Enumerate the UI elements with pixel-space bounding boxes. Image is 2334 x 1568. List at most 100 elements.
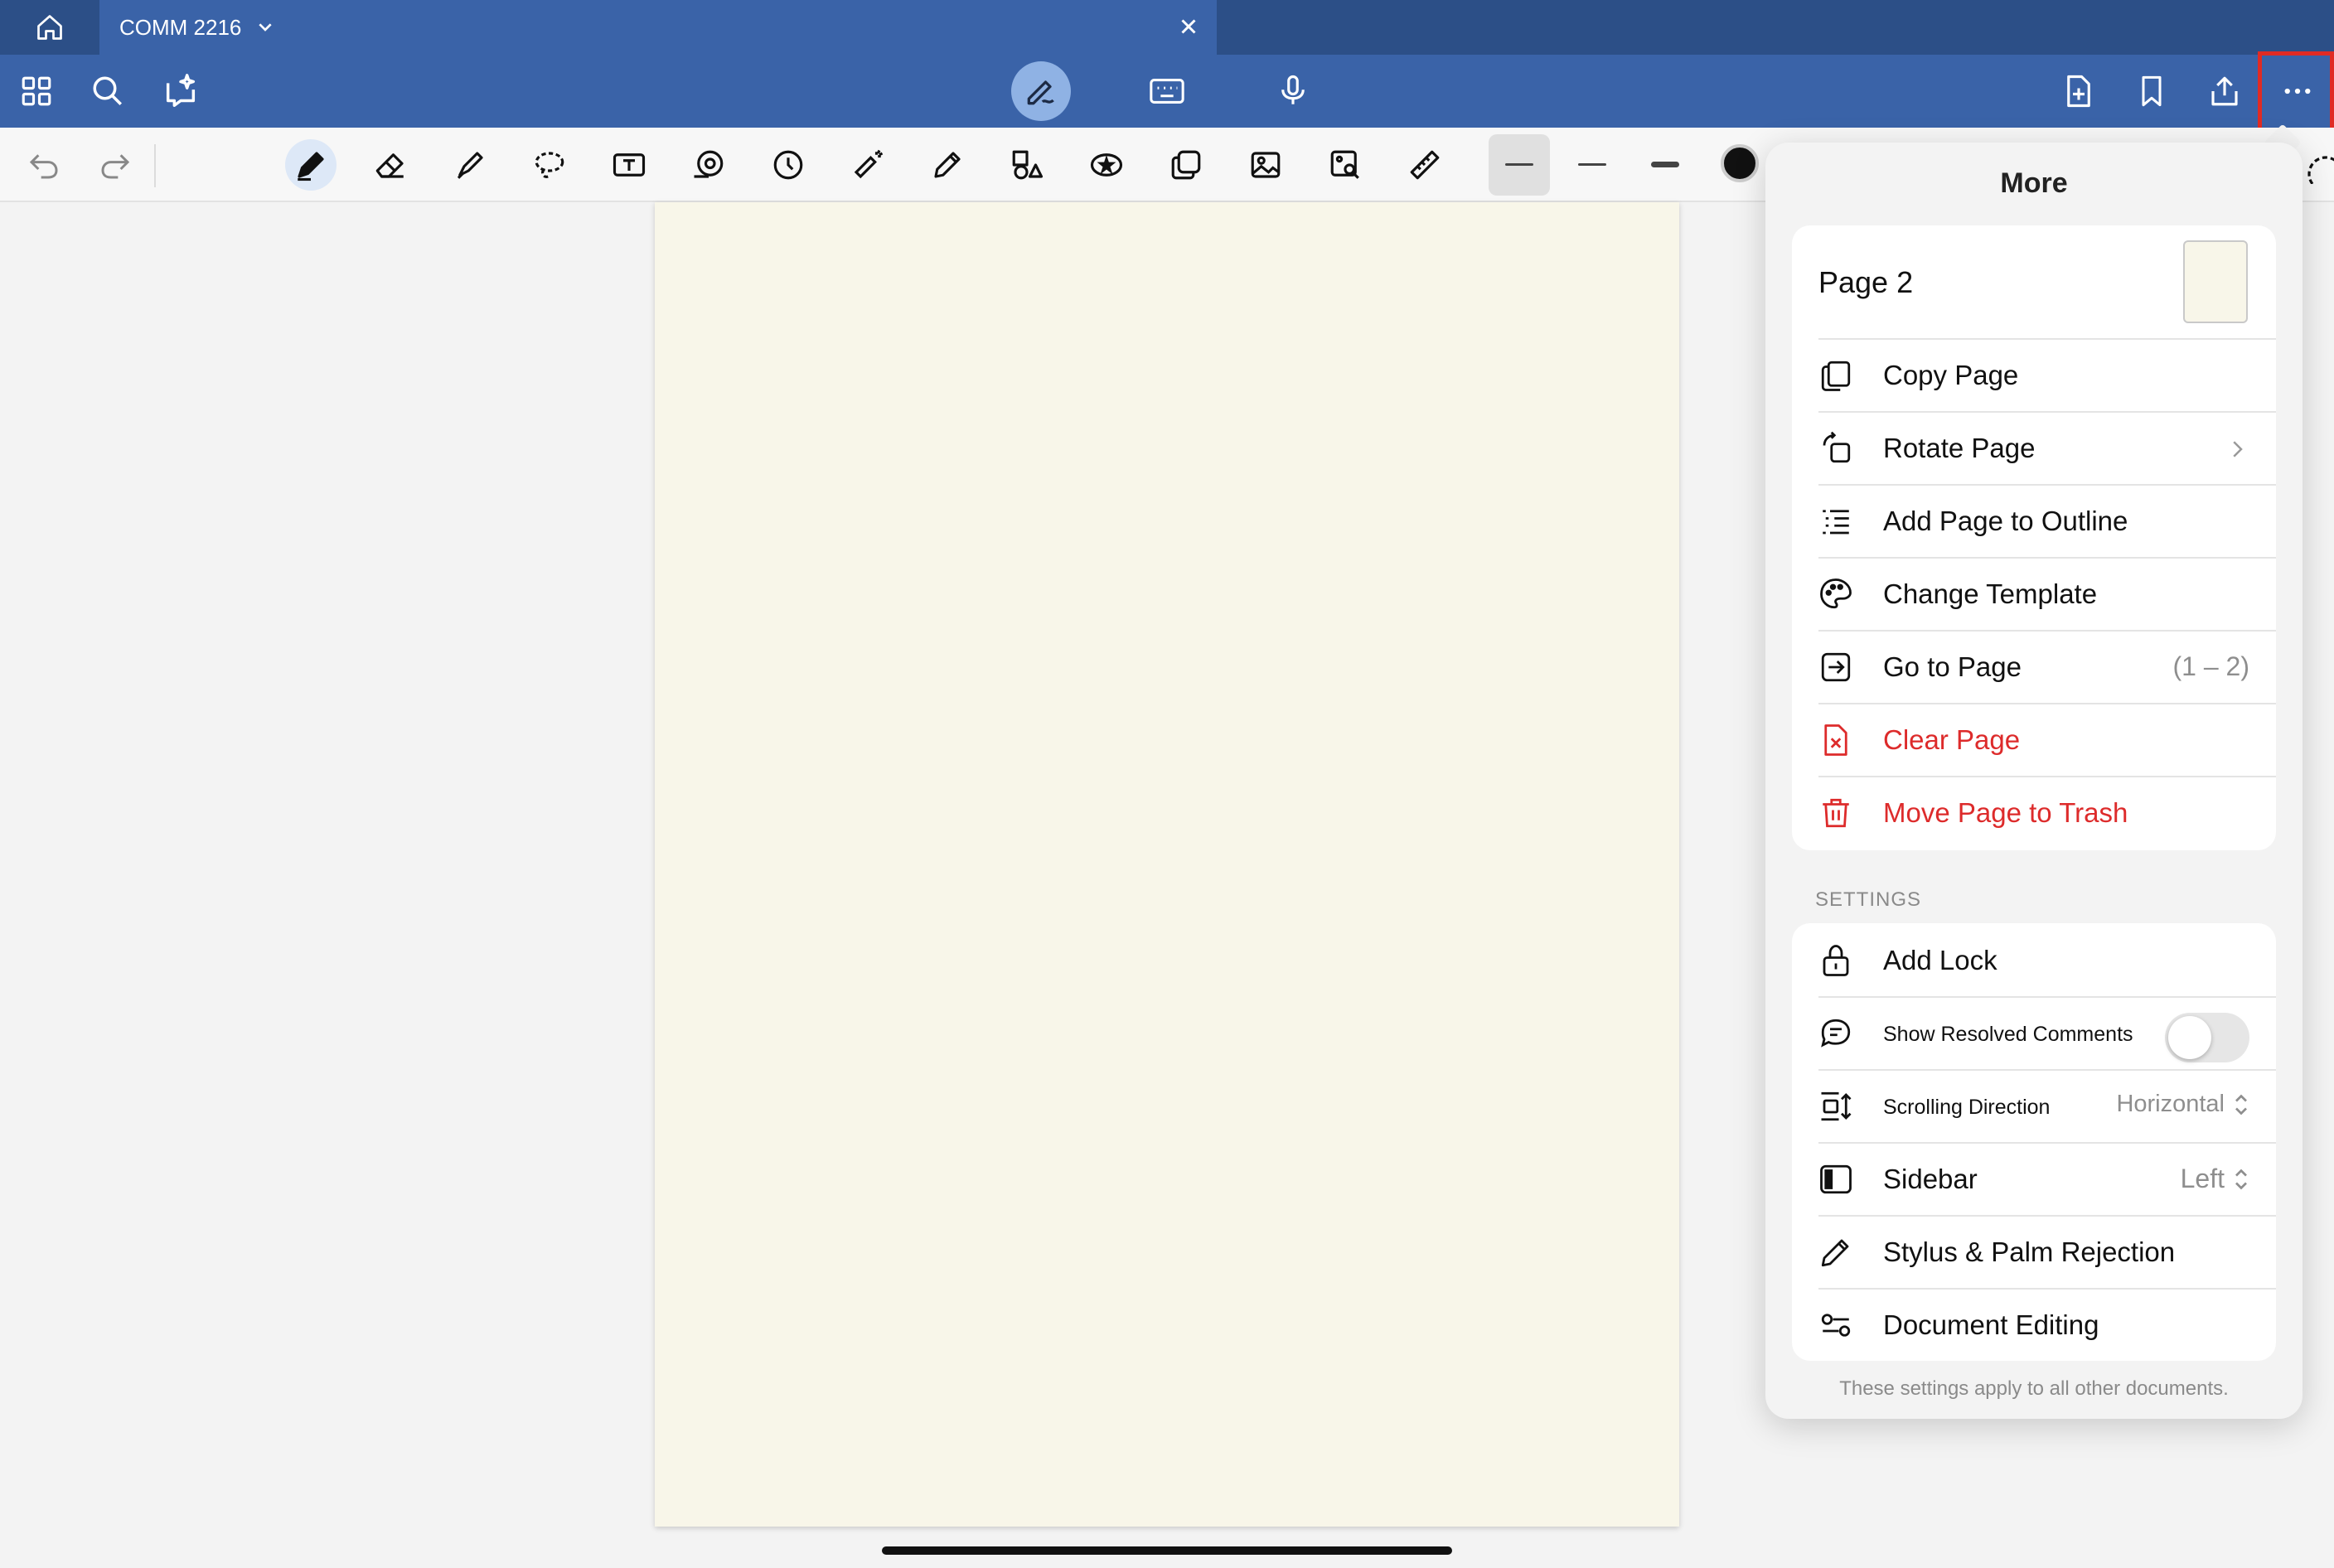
add-lock-item[interactable]: Add Lock: [1792, 923, 2276, 996]
rotate-icon: [1823, 431, 1851, 463]
copy-icon: [1821, 361, 1851, 391]
up-down-chevron-icon: [2235, 1169, 2247, 1189]
sidebar-icon: [1820, 1164, 1852, 1194]
undo-button[interactable]: [18, 139, 70, 191]
document-tab[interactable]: COMM 2216: [99, 0, 1217, 55]
keyboard-icon: [1150, 79, 1184, 104]
ruler-tool[interactable]: [1399, 139, 1450, 191]
chevron-right-icon: [2233, 441, 2243, 457]
share-button[interactable]: [2200, 66, 2249, 116]
text-tool[interactable]: [603, 139, 655, 191]
bookmark-button[interactable]: [2127, 66, 2177, 116]
color-swatch-black[interactable]: [1721, 144, 1759, 182]
add-lock-label: Add Lock: [1883, 945, 1997, 975]
shapes-tool[interactable]: [1001, 139, 1053, 191]
stylus-palm-rejection-label: Stylus & Palm Rejection: [1883, 1236, 2176, 1267]
eraser-icon: [375, 153, 404, 178]
tab-bar: COMM 2216: [0, 0, 2334, 55]
home-button[interactable]: [25, 7, 75, 48]
add-page-icon: [2067, 75, 2090, 108]
sidebar-value: Left: [2181, 1164, 2249, 1194]
page-range-hint: (1 – 2): [2172, 651, 2249, 681]
up-down-chevron-icon: [2235, 1094, 2247, 1115]
redo-button[interactable]: [90, 139, 141, 191]
elements-icon: [1171, 150, 1201, 180]
image-icon: [1251, 152, 1281, 178]
move-page-to-trash-item[interactable]: Move Page to Trash: [1792, 776, 2276, 849]
clear-page-label: Clear Page: [1883, 724, 2021, 755]
laser-pointer-tool[interactable]: [842, 139, 893, 191]
sparkle-chat-icon: [166, 74, 196, 107]
scrolling-direction-item[interactable]: Scrolling Direction Horizontal: [1792, 1069, 2276, 1142]
tape-tool[interactable]: [683, 139, 734, 191]
stylus-palm-rejection-item[interactable]: Stylus & Palm Rejection: [1792, 1215, 2276, 1288]
trash-icon: [1823, 798, 1849, 828]
image-search-tool[interactable]: [1320, 139, 1371, 191]
page-actions-card: Page 2 Copy Page Rotate Page Add Page to…: [1792, 225, 2276, 850]
search-icon: [93, 76, 122, 105]
show-resolved-comments-label: Show Resolved Comments: [1883, 1023, 2133, 1046]
timer-tool[interactable]: [763, 139, 814, 191]
elements-tool[interactable]: [1160, 139, 1212, 191]
go-to-page-item[interactable]: Go to Page (1 – 2): [1792, 630, 2276, 703]
palette-icon: [1820, 578, 1852, 609]
keyboard-mode-button[interactable]: [1142, 66, 1192, 116]
copy-page-label: Copy Page: [1883, 360, 2019, 390]
pen-mode-icon: [1027, 80, 1054, 105]
laser-pointer-icon: [854, 149, 884, 179]
add-page-button[interactable]: [2054, 66, 2104, 116]
lock-icon: [1823, 945, 1849, 976]
settings-section-title: SETTINGS: [1815, 888, 1922, 911]
handwriting-mode-button[interactable]: [1011, 61, 1071, 121]
highlighter-tool[interactable]: [444, 139, 496, 191]
close-icon[interactable]: [1174, 12, 1203, 41]
pencil-tool[interactable]: [922, 139, 973, 191]
document-editing-label: Document Editing: [1883, 1309, 2099, 1340]
document-editing-item[interactable]: Document Editing: [1792, 1288, 2276, 1361]
sliders-icon: [1821, 1314, 1851, 1337]
scrolling-direction-value: Horizontal: [2116, 1091, 2249, 1118]
go-to-page-icon: [1821, 652, 1851, 682]
show-resolved-comments-item: Show Resolved Comments: [1792, 996, 2276, 1069]
voice-recording-button[interactable]: [1268, 66, 1318, 116]
move-page-to-trash-label: Move Page to Trash: [1883, 797, 2128, 828]
ai-assist-button[interactable]: [156, 66, 206, 116]
home-indicator: [882, 1546, 1452, 1555]
sidebar-item[interactable]: Sidebar Left: [1792, 1142, 2276, 1215]
rotate-page-item[interactable]: Rotate Page: [1792, 411, 2276, 484]
pen-tool[interactable]: [285, 139, 337, 191]
clear-page-item[interactable]: Clear Page: [1792, 703, 2276, 776]
add-page-to-outline-label: Add Page to Outline: [1883, 506, 2128, 536]
stroke-width-thick-sample: [1651, 162, 1679, 167]
add-page-to-outline-item[interactable]: Add Page to Outline: [1792, 484, 2276, 557]
grid-icon: [22, 76, 51, 106]
current-page-header: Page 2: [1792, 225, 2276, 338]
more-popover: More Page 2 Copy Page Rotate Page Add Pa…: [1765, 143, 2303, 1419]
microphone-icon: [1281, 75, 1305, 104]
notebook-page[interactable]: [655, 202, 1679, 1527]
chevron-down-icon[interactable]: [252, 12, 278, 41]
change-template-item[interactable]: Change Template: [1792, 557, 2276, 630]
lasso-icon: [535, 152, 564, 178]
toolbar-divider: [154, 144, 156, 187]
settings-footer-note: These settings apply to all other docume…: [1839, 1377, 2229, 1400]
scrolling-direction-label: Scrolling Direction: [1883, 1096, 2051, 1119]
grid-view-button[interactable]: [12, 66, 61, 116]
clock-icon: [773, 150, 803, 180]
app-window: COMM 2216 More Page 2 Copy Page Rotate P…: [0, 0, 2334, 1568]
lasso-tool[interactable]: [524, 139, 575, 191]
highlighter-icon: [457, 152, 483, 179]
page-thumbnail: [2183, 240, 2248, 323]
search-button[interactable]: [83, 66, 133, 116]
ruler-icon: [1410, 150, 1440, 180]
image-tool[interactable]: [1240, 139, 1291, 191]
image-search-icon: [1330, 150, 1359, 179]
popover-title: More: [2000, 167, 2068, 199]
copy-page-item[interactable]: Copy Page: [1792, 338, 2276, 411]
sticker-icon: [1090, 153, 1123, 177]
settings-card: Add Lock Show Resolved Comments Scrollin…: [1792, 923, 2276, 1361]
scroll-direction-icon: [1821, 1091, 1852, 1121]
sticker-tool[interactable]: [1081, 139, 1132, 191]
show-resolved-comments-toggle[interactable]: [2165, 1013, 2249, 1062]
eraser-tool[interactable]: [365, 139, 416, 191]
